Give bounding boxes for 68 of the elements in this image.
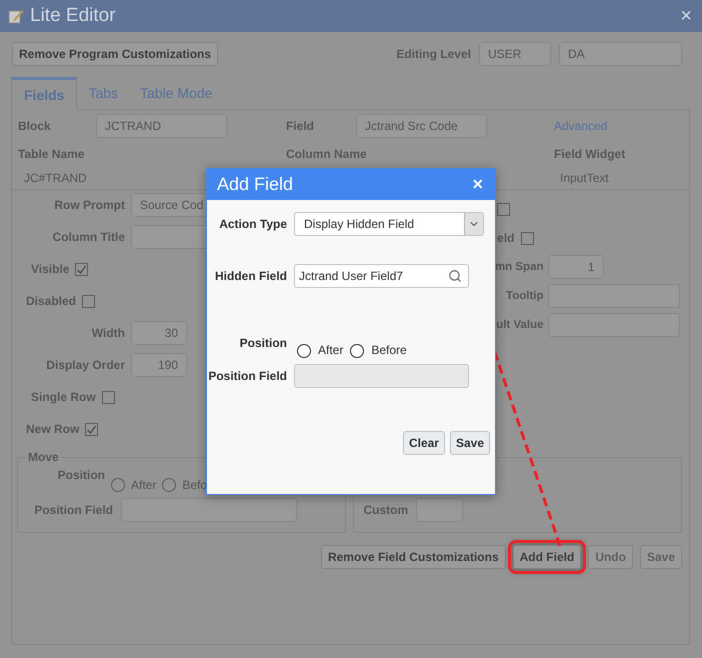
text-field[interactable]: 1	[548, 255, 604, 279]
close-button[interactable]: ×	[472, 174, 483, 195]
checkbox[interactable]	[82, 294, 96, 308]
field-label: Column Title	[52, 230, 125, 244]
field-label: Width	[90, 326, 125, 340]
field-label: Row Prompt	[53, 198, 125, 212]
field-label: Custom	[364, 503, 408, 517]
dialog-button[interactable]: Save	[450, 431, 490, 455]
field-label: Table Name	[18, 147, 84, 162]
text-field[interactable]: USER	[479, 42, 551, 66]
radio-label: Befo	[182, 478, 208, 492]
checkbox[interactable]	[75, 262, 88, 276]
tab[interactable]: Table Mode	[129, 77, 224, 109]
field-value: JC#TRAND	[23, 170, 87, 185]
tab[interactable]: Tabs	[77, 77, 130, 109]
action-button[interactable]: Remove Field Customizations	[320, 545, 506, 569]
checkbox-label: Visible	[31, 262, 70, 276]
window-title: Lite Editor	[30, 5, 117, 27]
remove-customizations-button[interactable]: Remove Program Customizations	[12, 42, 218, 66]
field-label: Position Field	[207, 369, 287, 383]
field-label: Field Widget	[554, 147, 626, 162]
field-label: Editing Level	[396, 47, 471, 61]
radio-label: After	[131, 478, 156, 492]
field-label: Tooltip	[505, 290, 544, 302]
checkbox[interactable]	[85, 422, 98, 436]
dialog-button[interactable]: Clear	[402, 431, 445, 455]
dialog-title: Add Field	[217, 174, 294, 195]
action-type-select[interactable]: Display Hidden Field	[294, 212, 484, 236]
field-label: Position Field	[33, 503, 113, 517]
text-field[interactable]: JCTRAND	[96, 114, 227, 138]
tab[interactable]: Fields	[11, 77, 78, 110]
pencil-icon	[8, 8, 24, 24]
radio-label: Before	[371, 343, 407, 357]
text-field[interactable]: DA	[559, 42, 682, 66]
field-label: Position	[238, 336, 287, 350]
advanced-link[interactable]: Advanced	[554, 119, 608, 133]
checkbox[interactable]	[496, 202, 510, 216]
radio-button[interactable]	[297, 344, 311, 358]
radio-button[interactable]	[350, 344, 364, 358]
field-label: Block	[18, 119, 52, 133]
field-label: mn Span	[494, 261, 544, 273]
field-label: Hidden Field	[214, 269, 287, 283]
group-legend: Move	[26, 450, 61, 464]
search-field[interactable]: Jctrand User Field7	[294, 264, 469, 288]
radio-button[interactable]	[111, 478, 125, 492]
field-label: Field	[286, 119, 316, 133]
radio-label: After	[318, 343, 344, 357]
text-field[interactable]: Jctrand Src Code	[356, 114, 487, 138]
search-icon	[448, 269, 462, 283]
checkbox-label: Disabled	[26, 294, 76, 308]
field-label: Column Name	[286, 147, 367, 162]
field-value: InputText	[559, 170, 609, 185]
text-field[interactable]: 30	[131, 321, 187, 345]
field-label: ult Value	[495, 319, 544, 331]
field-label: Position	[56, 468, 105, 482]
text-field[interactable]	[416, 498, 464, 522]
close-button[interactable]: ×	[680, 4, 692, 28]
text-field[interactable]: 190	[131, 353, 187, 377]
text-field[interactable]	[121, 498, 297, 522]
text-field[interactable]	[294, 364, 469, 388]
checkbox-label: Single Row	[31, 390, 96, 404]
checkbox-label: eld	[496, 231, 514, 245]
field-label: Action Type	[218, 217, 287, 231]
checkbox-label: New Row	[26, 422, 80, 436]
checkbox[interactable]	[520, 232, 534, 244]
checkbox[interactable]	[102, 390, 115, 404]
field-label: Display Order	[45, 358, 125, 372]
radio-button[interactable]	[162, 478, 176, 492]
